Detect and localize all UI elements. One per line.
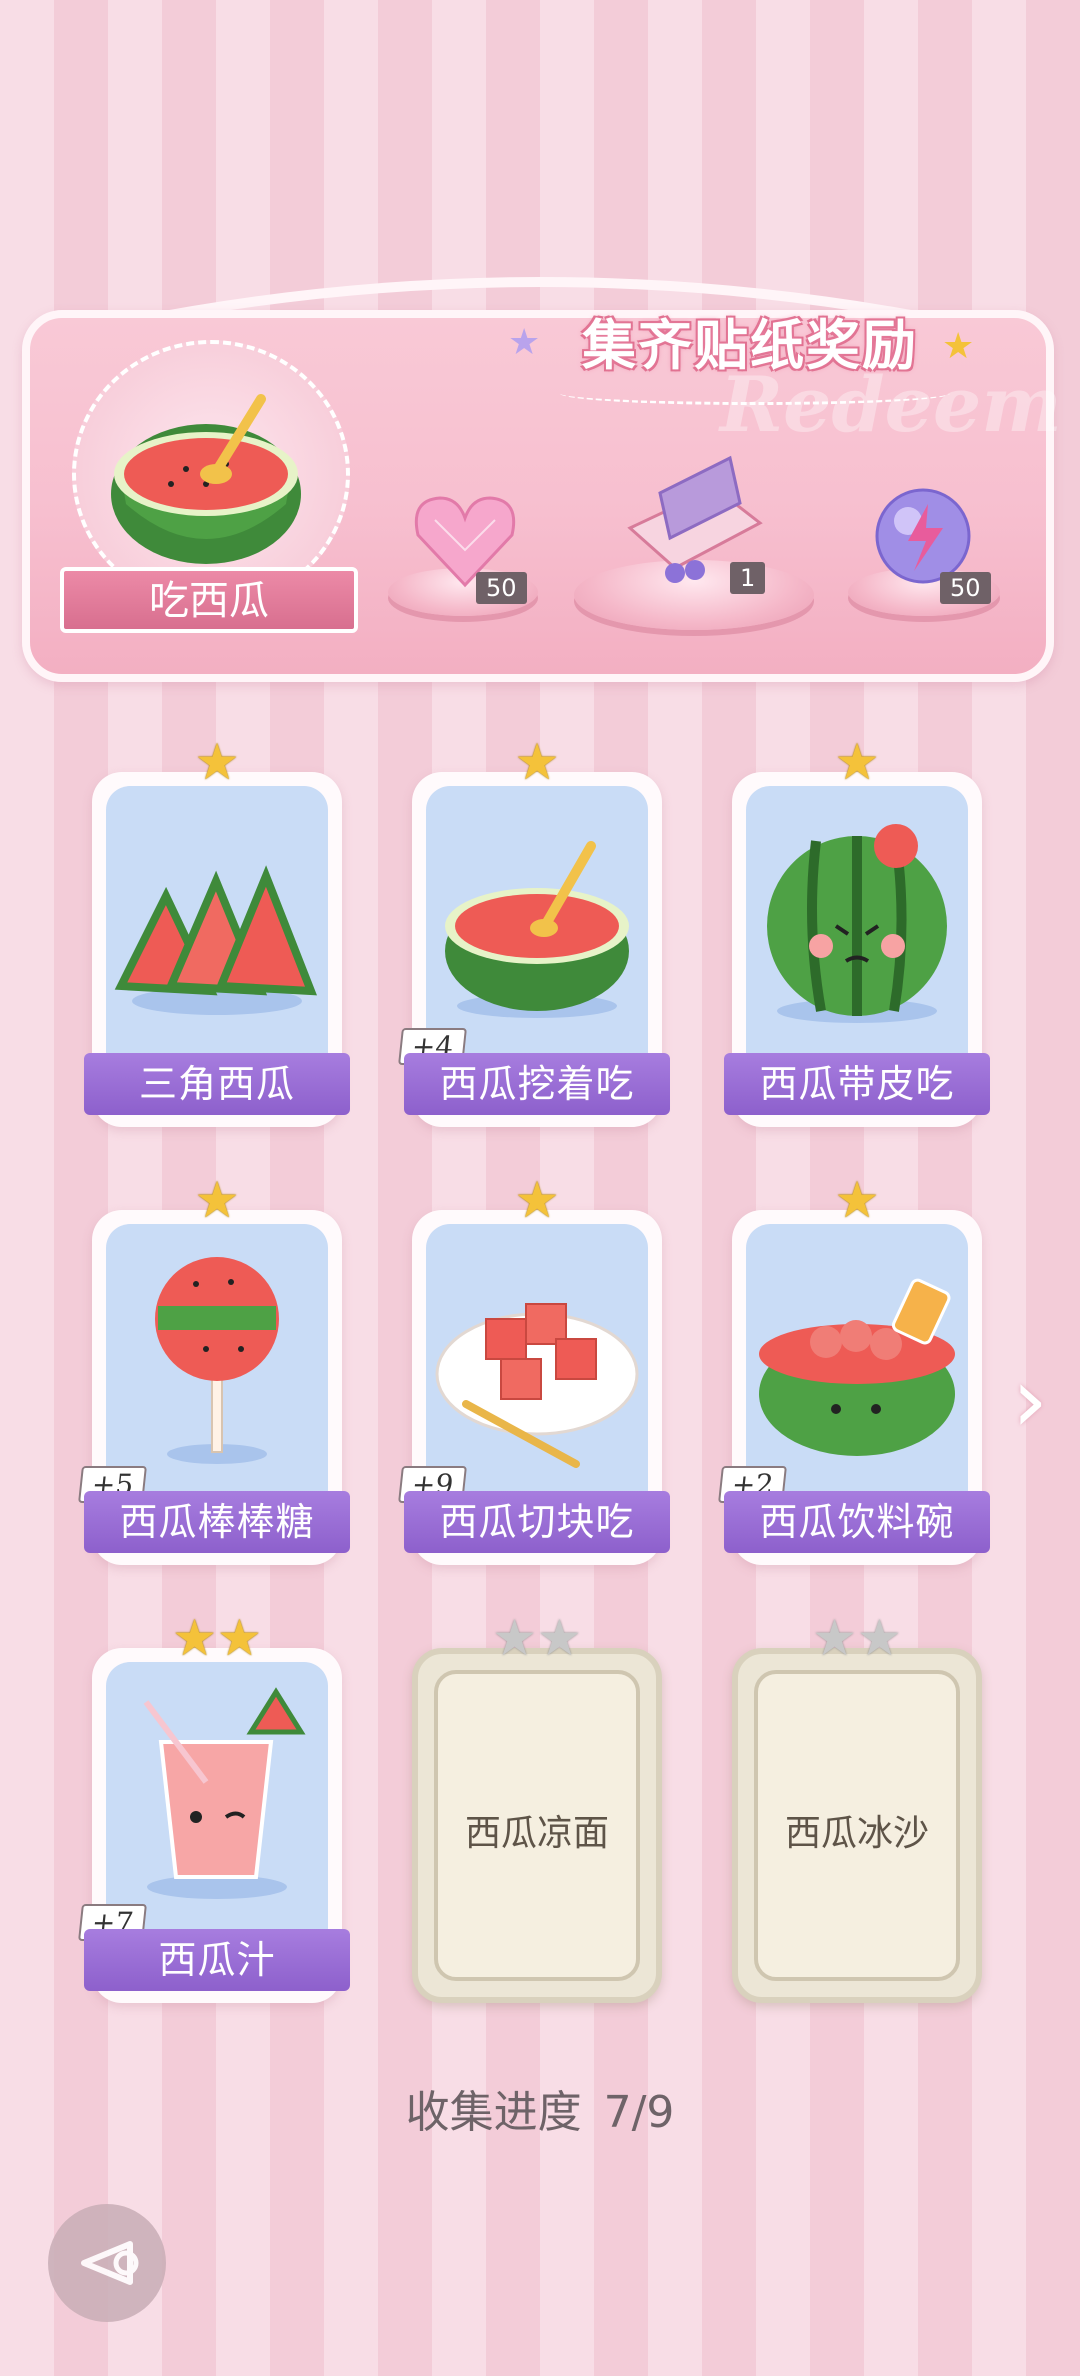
card-label: 西瓜挖着吃	[404, 1053, 670, 1115]
purple-star-icon: ★	[508, 322, 541, 363]
watermelon-half-spoon-icon	[111, 394, 301, 564]
card-art	[106, 786, 328, 1087]
gold-star-icon: ★	[514, 733, 560, 791]
gold-star-icon: ★	[194, 733, 240, 791]
sticker-card[interactable]: ★ +9 西瓜切块吃	[398, 1172, 670, 1565]
watermelon-half-spoon-icon	[445, 841, 629, 1018]
gold-star-icon: ★	[834, 1171, 880, 1229]
back-arrow-icon	[81, 2241, 139, 2285]
collection-progress: 收集进度 7/9	[0, 2076, 1080, 2140]
watermelon-juice-icon	[143, 1687, 306, 1899]
grey-star-icon: ★	[812, 1609, 857, 1667]
sticker-card[interactable]: ★ 西瓜带皮吃	[724, 734, 990, 1127]
star-rating: ★	[412, 1172, 662, 1228]
star-rating: ★★	[92, 1610, 342, 1666]
star-rating: ★	[92, 734, 342, 790]
watermelon-cubes-icon	[435, 1303, 639, 1468]
gold-star-icon: ★	[194, 1171, 240, 1229]
progress-label: 收集进度	[405, 2087, 582, 2138]
progress-value: 7/9	[603, 2087, 675, 2138]
star-rating: ★★	[738, 1610, 976, 1666]
card-label: 西瓜棒棒糖	[84, 1491, 350, 1553]
card-label: 三角西瓜	[84, 1053, 350, 1115]
watermelon-drink-bowl-icon	[759, 1278, 955, 1456]
card-label: 西瓜汁	[84, 1929, 350, 1991]
reward-count: 50	[476, 572, 527, 604]
grey-star-icon: ★	[857, 1609, 902, 1667]
star-rating: ★	[412, 734, 662, 790]
star-rating: ★★	[418, 1610, 656, 1666]
locked-card-label: 西瓜凉面	[464, 1813, 609, 1854]
lightning-orb-icon[interactable]	[868, 486, 978, 586]
sticker-card[interactable]: ★★ +7 西瓜汁	[78, 1610, 350, 2003]
grey-star-icon: ★	[492, 1609, 537, 1667]
card-label: 西瓜切块吃	[404, 1491, 670, 1553]
card-label: 西瓜饮料碗	[724, 1491, 990, 1553]
sticker-card[interactable]: ★ +5 西瓜棒棒糖	[78, 1172, 350, 1565]
gold-star-icon: ★	[217, 1609, 262, 1667]
locked-sticker-card[interactable]: ★★ 西瓜凉面	[412, 1610, 662, 2003]
main-sticker-label: 吃西瓜	[60, 567, 358, 633]
star-rating: ★	[92, 1172, 342, 1228]
locked-sticker-card[interactable]: ★★ 西瓜冰沙	[732, 1610, 982, 2003]
watermelon-slices-icon	[114, 865, 317, 1015]
star-rating: ★	[732, 1172, 982, 1228]
sticker-card[interactable]: ★ +4 西瓜挖着吃	[398, 734, 670, 1127]
reward-count: 50	[940, 572, 991, 604]
angry-watermelon-icon	[767, 824, 947, 1023]
redeem-watermark: Redeem	[720, 360, 1062, 449]
back-button[interactable]	[48, 2204, 166, 2322]
locked-card-label: 西瓜冰沙	[784, 1813, 929, 1854]
gold-star-icon: ★	[834, 733, 880, 791]
reward-count: 1	[730, 562, 766, 594]
card-label: 西瓜带皮吃	[724, 1053, 990, 1115]
star-rating: ★	[732, 734, 982, 790]
watermelon-lollipop-icon	[155, 1257, 279, 1464]
gold-star-icon: ★	[514, 1171, 560, 1229]
next-page-arrow-icon[interactable]: ›	[1012, 1348, 1048, 1453]
sticker-card[interactable]: ★ 三角西瓜	[84, 734, 350, 1127]
gold-star-icon: ★	[172, 1609, 217, 1667]
card-art	[746, 786, 968, 1087]
grey-star-icon: ★	[537, 1609, 582, 1667]
sticker-card[interactable]: ★ +2 西瓜饮料碗	[718, 1172, 990, 1565]
